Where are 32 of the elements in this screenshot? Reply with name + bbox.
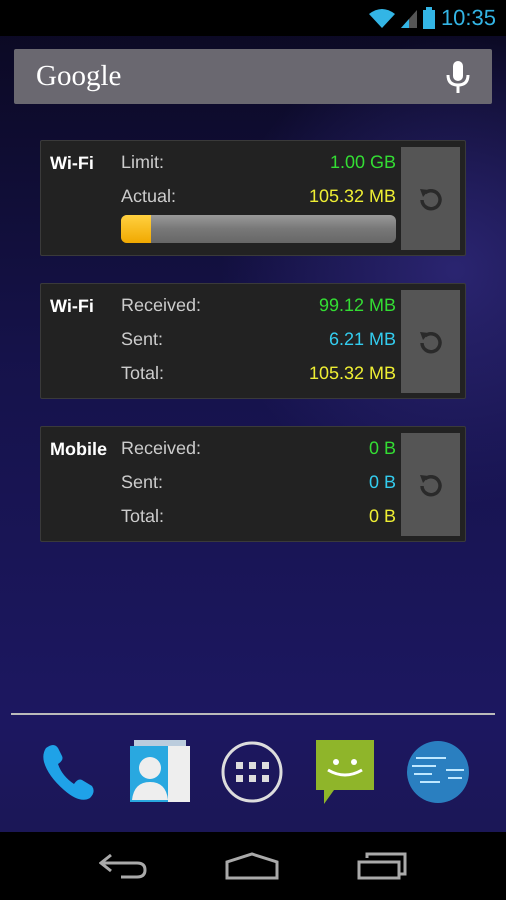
row-value: 105.32 MB [308,363,396,384]
widget-title: Wi-Fi [50,295,95,318]
widget-title: Wi-Fi [50,152,95,175]
row-value: 6.21 MB [328,329,396,350]
row-value: 105.32 MB [308,186,396,207]
row-value: 0 B [368,506,396,527]
signal-icon [400,8,417,28]
row-value: 1.00 GB [330,152,396,173]
globe-icon[interactable] [406,740,470,804]
row-label: Sent: [121,329,164,350]
apps-icon[interactable] [220,740,284,804]
row-value: 99.12 MB [318,295,396,316]
row-label: Actual: [121,186,176,207]
row-label: Limit: [121,152,164,173]
clock-time: 10:35 [440,5,496,31]
google-logo: Google [36,60,122,93]
row-label: Received: [121,438,202,459]
search-bar[interactable]: Google [14,49,492,104]
widget-title: Mobile [50,438,108,461]
home-icon[interactable] [225,852,279,880]
row-label: Total: [121,506,164,527]
back-icon[interactable] [99,853,147,879]
row-value: 0 B [368,438,396,459]
battery-icon [422,7,435,29]
chat-bubble-icon[interactable] [314,740,376,804]
row-label: Received: [121,295,202,316]
microphone-icon[interactable] [446,60,470,92]
row-label: Sent: [121,472,164,493]
recent-apps-icon[interactable] [357,852,407,880]
row-label: Total: [121,363,164,384]
wifi-icon [368,8,395,28]
row-value: 0 B [368,472,396,493]
